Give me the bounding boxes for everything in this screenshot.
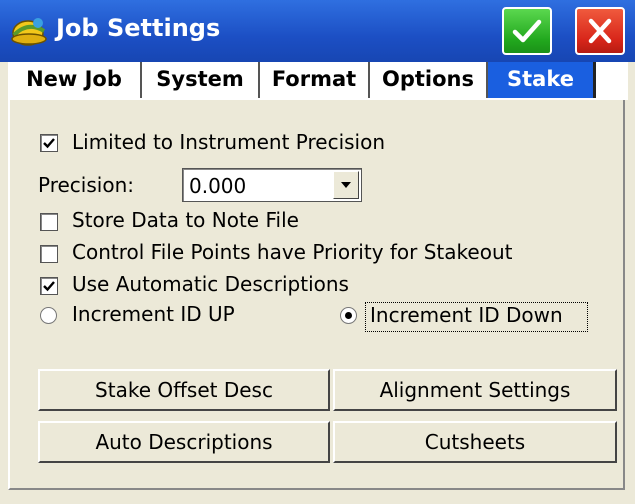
tab-options[interactable]: Options: [370, 62, 488, 98]
limited-precision-checkbox[interactable]: [40, 134, 58, 152]
tab-system[interactable]: System: [142, 62, 260, 98]
increment-down-radio[interactable]: [340, 307, 357, 324]
tab-stake[interactable]: Stake: [488, 62, 596, 98]
title-bar: Job Settings: [0, 0, 635, 62]
ok-button[interactable]: [502, 7, 552, 55]
precision-dropdown[interactable]: 0.000: [182, 168, 362, 202]
increment-up-label: Increment ID UP: [72, 302, 235, 326]
auto-desc-label: Use Automatic Descriptions: [72, 272, 349, 296]
control-priority-checkbox[interactable]: [40, 245, 58, 263]
precision-value: 0.000: [189, 174, 247, 198]
store-note-label: Store Data to Note File: [72, 208, 299, 232]
cutsheets-button[interactable]: Cutsheets: [333, 421, 617, 463]
auto-desc-checkbox[interactable]: [40, 277, 58, 295]
radio-dot: [345, 312, 352, 319]
close-button[interactable]: [575, 7, 625, 55]
dropdown-arrow-button[interactable]: [333, 171, 359, 199]
increment-down-label: Increment ID Down: [370, 303, 563, 327]
stake-offset-desc-button[interactable]: Stake Offset Desc: [38, 369, 330, 411]
auto-descriptions-button[interactable]: Auto Descriptions: [38, 421, 330, 463]
chevron-down-icon: [341, 182, 351, 188]
tab-strip: New Job System Format Options Stake: [8, 62, 628, 98]
limited-precision-label: Limited to Instrument Precision: [72, 130, 386, 154]
check-icon: [43, 138, 55, 149]
window-title: Job Settings: [56, 14, 221, 42]
tab-new-job[interactable]: New Job: [8, 62, 142, 98]
job-settings-window: Job Settings New Job System Format Optio…: [0, 0, 635, 504]
control-priority-label: Control File Points have Priority for St…: [72, 240, 513, 264]
increment-up-radio[interactable]: [40, 307, 57, 324]
close-icon: [588, 18, 612, 44]
hardhat-app-icon: [10, 13, 48, 49]
tab-format[interactable]: Format: [260, 62, 370, 98]
precision-label: Precision:: [38, 173, 134, 197]
check-icon: [43, 281, 55, 292]
checkmark-icon: [512, 19, 542, 43]
store-note-checkbox[interactable]: [40, 213, 58, 231]
alignment-settings-button[interactable]: Alignment Settings: [333, 369, 617, 411]
